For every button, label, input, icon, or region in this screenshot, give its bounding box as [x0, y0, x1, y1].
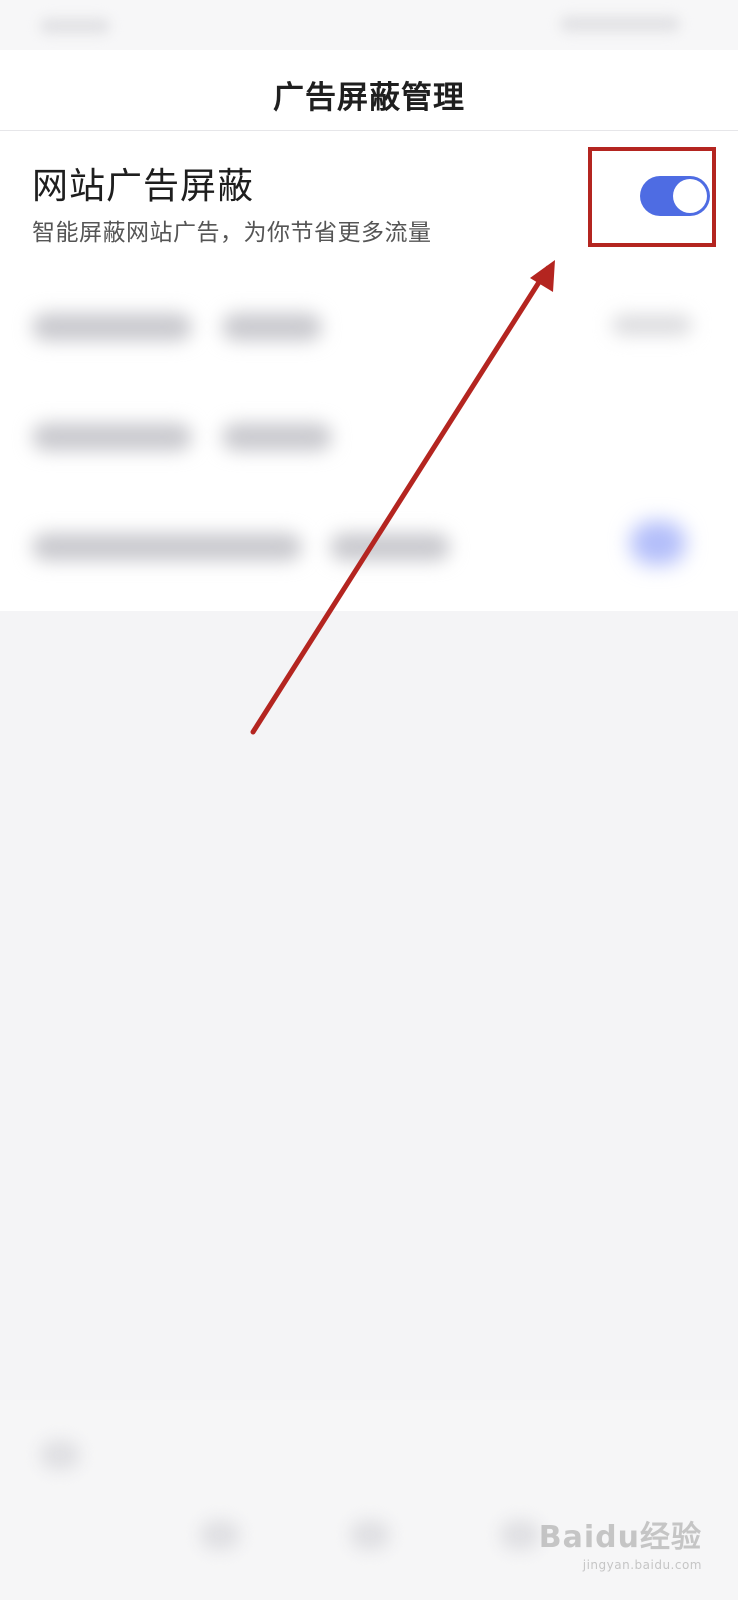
blurred-nav-icon — [200, 1520, 240, 1550]
watermark: Baidu经验 jingyan.baidu.com — [539, 1512, 702, 1572]
watermark-logo: Baidu经验 — [538, 1520, 702, 1555]
watermark-url: jingyan.baidu.com — [582, 1558, 702, 1572]
blurred-icon — [40, 1440, 80, 1470]
arrow-shaft — [250, 265, 551, 735]
annotation-arrow — [250, 260, 555, 735]
blurred-nav-icon — [350, 1520, 390, 1550]
blurred-nav-icon — [500, 1520, 540, 1550]
